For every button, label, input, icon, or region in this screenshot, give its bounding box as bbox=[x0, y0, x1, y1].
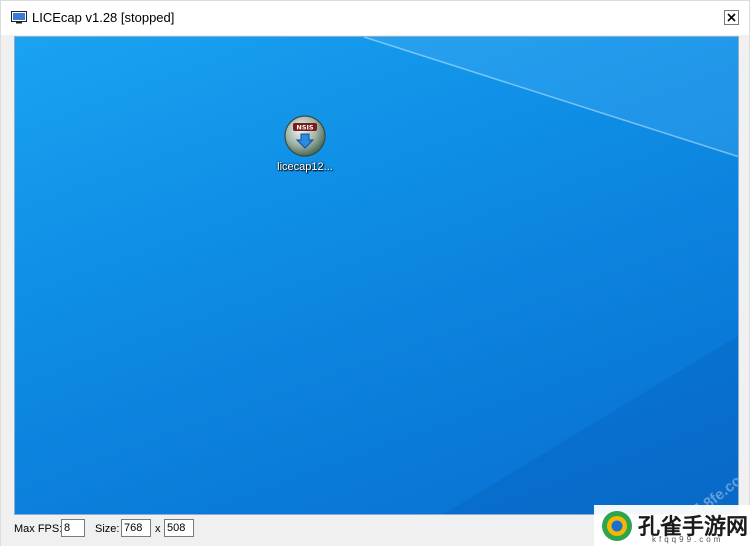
close-icon bbox=[727, 13, 736, 22]
watermark-sub: kfqq99.com bbox=[652, 535, 724, 544]
capture-area[interactable]: NSIS licecap12... 八分网 8fe.com bbox=[14, 36, 739, 515]
size-label: Size: bbox=[95, 523, 120, 535]
size-x-label: x bbox=[155, 523, 161, 535]
title-bar[interactable]: LICEcap v1.28 [stopped] bbox=[1, 1, 749, 35]
licecap-window: LICEcap v1.28 [stopped] NSIS licecap12..… bbox=[0, 0, 750, 546]
peacock-logo-icon bbox=[602, 511, 632, 541]
max-fps-input[interactable]: 8 bbox=[61, 519, 85, 537]
desktop-icon-installer[interactable]: NSIS licecap12... bbox=[270, 114, 340, 184]
window-title: LICEcap v1.28 [stopped] bbox=[32, 10, 175, 25]
max-fps-label: Max FPS: bbox=[14, 523, 63, 535]
desktop-wallpaper bbox=[363, 37, 738, 514]
width-input[interactable]: 768 bbox=[121, 519, 151, 537]
installer-icon: NSIS bbox=[284, 115, 326, 157]
desktop-icon-label: licecap12... bbox=[277, 161, 333, 173]
close-button[interactable] bbox=[724, 10, 739, 25]
watermark-logo: 孔雀手游网 kfqq99.com bbox=[594, 505, 750, 546]
height-input[interactable]: 508 bbox=[164, 519, 194, 537]
licecap-app-icon bbox=[11, 11, 27, 24]
installer-badge: NSIS bbox=[296, 124, 314, 132]
